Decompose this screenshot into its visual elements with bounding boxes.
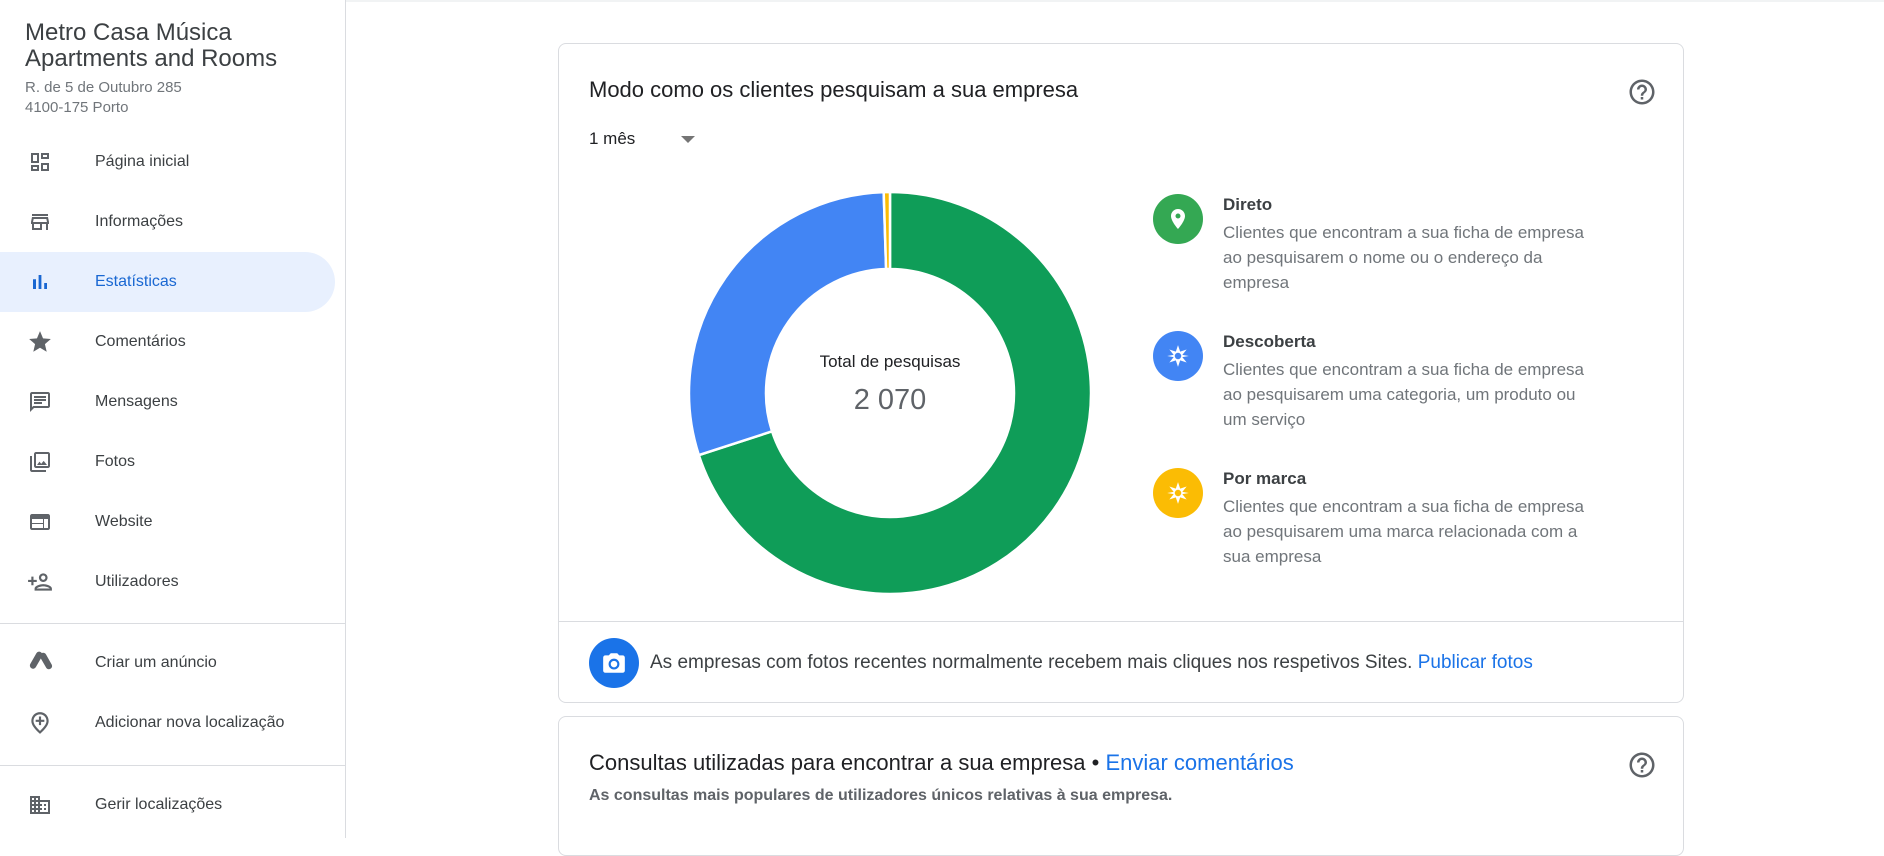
photo-tip-banner: As empresas com fotos recentes normalmen… (559, 621, 1683, 704)
sidebar-item-label: Utilizadores (95, 573, 179, 590)
legend-name: Descoberta (1223, 332, 1316, 351)
legend-description: Clientes que encontram a sua ficha de em… (1223, 360, 1584, 429)
sidebar-item-photos[interactable]: Fotos (0, 432, 335, 492)
help-icon[interactable] (1627, 77, 1657, 107)
sidebar-item-label: Página inicial (95, 153, 190, 170)
add-location-icon (26, 709, 54, 737)
sidebar-item-label: Website (95, 513, 153, 530)
dashboard-icon (26, 148, 54, 176)
sidebar-divider (0, 765, 346, 766)
legend-name: Direto (1223, 195, 1273, 214)
sidebar-item-label: Mensagens (95, 393, 178, 410)
compass-icon (1153, 331, 1203, 381)
sidebar-item-website[interactable]: Website (0, 492, 335, 552)
period-value: 1 mês (589, 129, 636, 148)
sidebar: Metro Casa Música Apartments and Rooms R… (0, 0, 346, 838)
sidebar-item-label: Estatísticas (95, 273, 177, 290)
send-feedback-link[interactable]: Enviar comentários (1105, 750, 1293, 775)
storefront-icon (26, 208, 54, 236)
caret-down-icon (681, 135, 696, 143)
google-ads-icon (26, 649, 54, 677)
legend-description: Clientes que encontram a sua ficha de em… (1223, 223, 1584, 292)
donut-slice-por-marca[interactable] (882, 190, 892, 271)
legend-name: Por marca (1223, 469, 1307, 488)
bar-chart-icon (26, 268, 54, 296)
help-icon[interactable] (1627, 750, 1657, 780)
sidebar-item-messages[interactable]: Mensagens (0, 372, 335, 432)
sidebar-item-stats[interactable]: Estatísticas (0, 252, 335, 312)
compass-icon (1153, 468, 1203, 518)
sidebar-item-label: Criar um anúncio (95, 654, 217, 671)
photo-tip-text: As empresas com fotos recentes normalmen… (650, 652, 1533, 673)
star-icon (26, 328, 54, 356)
sidebar-item-info[interactable]: Informações (0, 192, 335, 252)
sidebar-item-manage-locations[interactable]: Gerir localizações (0, 775, 335, 835)
queries-card: Consultas utilizadas para encontrar a su… (558, 716, 1684, 856)
photos-icon (26, 448, 54, 476)
card-subtitle: As consultas mais populares de utilizado… (589, 787, 1173, 804)
sidebar-item-add-location[interactable]: Adicionar nova localização (0, 693, 335, 753)
sidebar-item-users[interactable]: Utilizadores (0, 552, 335, 612)
sidebar-item-label: Gerir localizações (95, 796, 223, 813)
sidebar-item-label: Informações (95, 213, 184, 230)
top-border (346, 0, 1884, 2)
total-searches-label: Total de pesquisas (819, 352, 961, 371)
business-header: Metro Casa Música Apartments and Rooms R… (25, 20, 335, 118)
card-title: Consultas utilizadas para encontrar a su… (589, 750, 1294, 775)
donut-center-label: Total de pesquisas 2 070 (790, 352, 990, 417)
sidebar-divider (0, 623, 346, 624)
add-person-icon (26, 568, 54, 596)
building-icon (26, 791, 54, 819)
legend-description: Clientes que encontram a sua ficha de em… (1223, 497, 1584, 566)
total-searches-value: 2 070 (853, 384, 927, 416)
publish-photos-link[interactable]: Publicar fotos (1418, 652, 1533, 673)
sidebar-item-label: Adicionar nova localização (95, 714, 285, 731)
message-icon (26, 388, 54, 416)
camera-icon (589, 638, 639, 688)
card-title: Modo como os clientes pesquisam a sua em… (589, 77, 1079, 102)
sidebar-item-home[interactable]: Página inicial (0, 132, 335, 192)
business-name: Metro Casa Música Apartments and Rooms (25, 19, 278, 72)
sidebar-item-create-ad[interactable]: Criar um anúncio (0, 633, 335, 693)
sidebar-item-label: Comentários (95, 333, 186, 350)
period-dropdown[interactable]: 1 mês (589, 129, 696, 149)
web-icon (26, 508, 54, 536)
sidebar-item-label: Fotos (95, 453, 136, 470)
location-pin-icon (1153, 194, 1203, 244)
business-address: R. de 5 de Outubro 285 4100-175 Porto (25, 79, 182, 116)
search-methods-card: Modo como os clientes pesquisam a sua em… (558, 43, 1684, 703)
sidebar-item-reviews[interactable]: Comentários (0, 312, 335, 372)
